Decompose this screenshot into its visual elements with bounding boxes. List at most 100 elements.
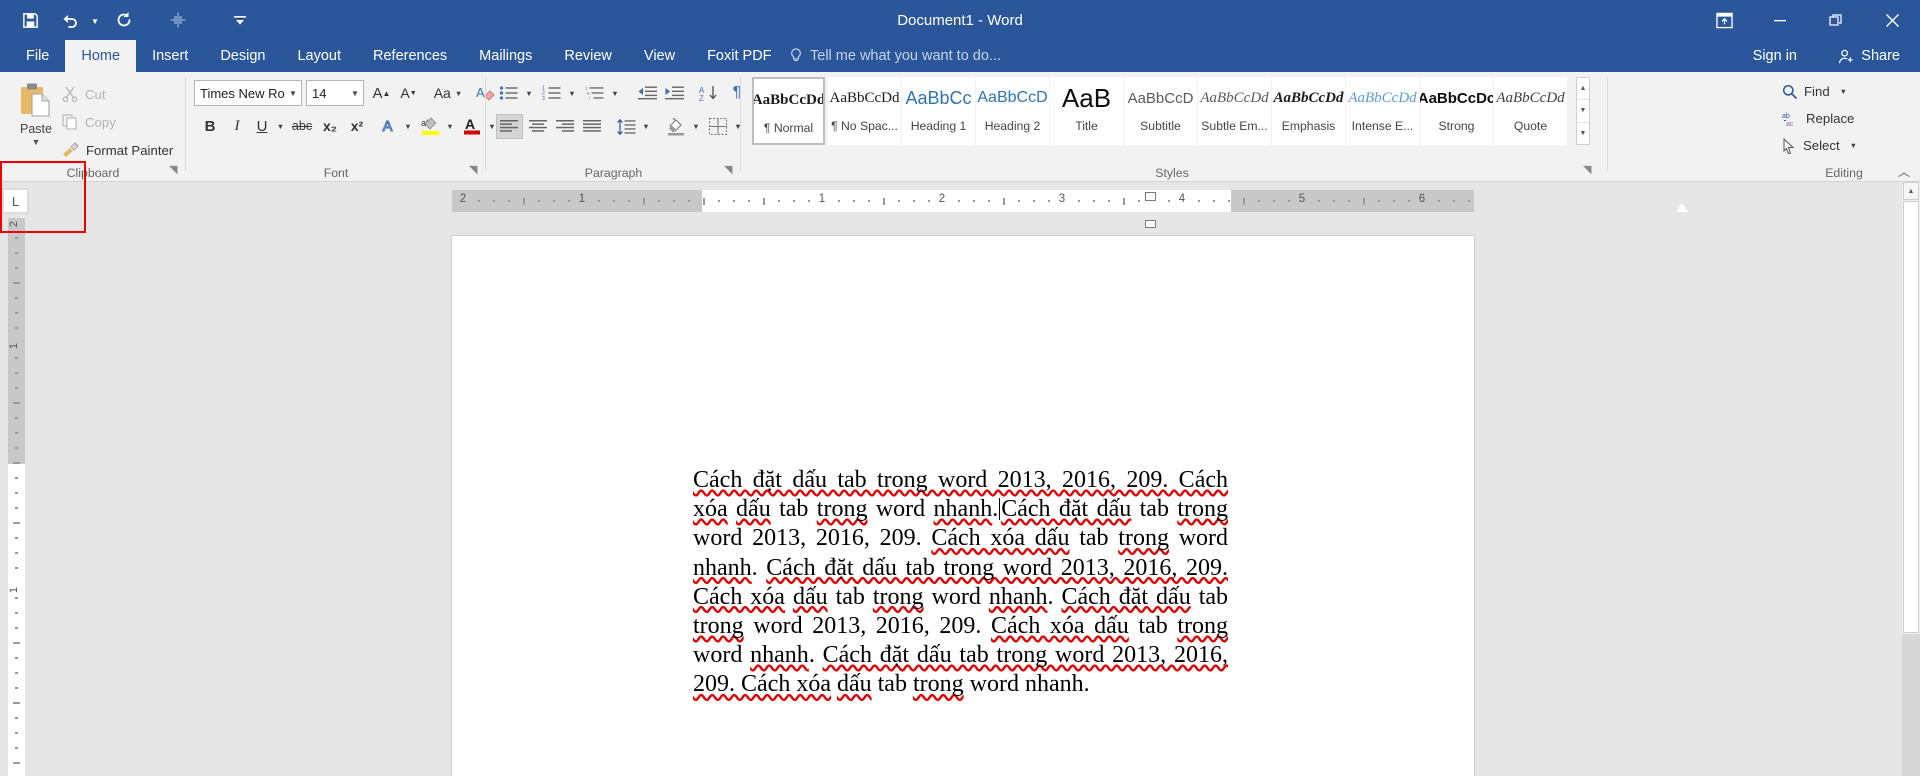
underline-dropdown-icon[interactable]: ▼ [273, 114, 288, 138]
tab-design[interactable]: Design [204, 40, 281, 72]
find-dropdown-icon[interactable]: ▼ [1840, 87, 1847, 96]
line-spacing-dropdown-icon[interactable]: ▼ [639, 114, 653, 139]
tab-foxit-pdf[interactable]: Foxit PDF [691, 40, 787, 72]
clipboard-dialog-launcher[interactable]: ◥ [169, 165, 182, 178]
font-size-combobox[interactable]: 14 ▼ [306, 80, 364, 106]
borders-icon[interactable] [705, 114, 731, 139]
style-strong[interactable]: AaBbCcDc Strong [1420, 77, 1493, 145]
tab-file[interactable]: File [10, 40, 65, 72]
style-no-spacing[interactable]: AaBbCcDd ¶ No Spac... [828, 77, 901, 145]
font-dialog-launcher[interactable]: ◥ [469, 165, 482, 178]
justify-icon[interactable] [579, 114, 605, 139]
text-highlight-dropdown-icon[interactable]: ▼ [443, 114, 457, 138]
strikethrough-button[interactable]: abc [289, 114, 315, 138]
superscript-button[interactable]: x² [344, 114, 370, 138]
multilevel-list-dropdown-icon[interactable]: ▼ [608, 81, 622, 105]
font-name-combobox[interactable]: Times New Ro ▼ [194, 80, 302, 106]
shading-icon[interactable] [663, 114, 689, 139]
style-subtitle[interactable]: AaBbCcD Subtitle [1124, 77, 1197, 145]
styles-scroll-up-icon[interactable]: ▲ [1577, 78, 1589, 100]
style-subtle-emphasis[interactable]: AaBbCcDd Subtle Em... [1198, 77, 1271, 145]
shrink-font-icon[interactable]: A▼ [396, 81, 421, 105]
decrease-indent-icon[interactable] [634, 81, 660, 105]
text-highlight-color-icon[interactable]: ab [417, 114, 443, 138]
font-name-dropdown-icon[interactable]: ▼ [285, 89, 301, 98]
increase-indent-icon[interactable] [661, 81, 687, 105]
styles-gallery-scroll[interactable]: ▲ ▼ ▼ [1576, 77, 1590, 145]
find-button[interactable]: Find ▼ [1782, 80, 1847, 103]
numbering-dropdown-icon[interactable]: ▼ [565, 81, 579, 105]
style-heading-1[interactable]: AaBbCc Heading 1 [902, 77, 975, 145]
subscript-button[interactable]: x₂ [317, 114, 343, 138]
tab-review[interactable]: Review [548, 40, 628, 72]
paste-button[interactable]: Paste ▼ [8, 78, 64, 158]
numbering-icon[interactable]: 123 [539, 81, 565, 105]
tab-mailings[interactable]: Mailings [463, 40, 548, 72]
align-center-icon[interactable] [525, 114, 551, 139]
share-button[interactable]: Share [1830, 40, 1908, 72]
change-case-icon[interactable]: Aa▼ [429, 81, 467, 105]
borders-dropdown-icon[interactable]: ▼ [731, 114, 745, 139]
tab-insert[interactable]: Insert [136, 40, 204, 72]
tell-me-search[interactable]: Tell me what you want to do... [789, 40, 1001, 72]
style-emphasis[interactable]: AaBbCcDd Emphasis [1272, 77, 1345, 145]
italic-button[interactable]: I [225, 114, 249, 138]
replace-button[interactable]: abac Replace [1782, 107, 1854, 130]
format-painter-button[interactable]: Format Painter [62, 138, 173, 162]
bullets-dropdown-icon[interactable]: ▼ [522, 81, 536, 105]
shading-dropdown-icon[interactable]: ▼ [689, 114, 703, 139]
styles-scroll-down-icon[interactable]: ▼ [1577, 100, 1589, 122]
line-spacing-icon[interactable] [613, 114, 639, 139]
first-line-indent-marker[interactable] [1145, 192, 1156, 201]
multilevel-list-icon[interactable]: 1ai [582, 81, 608, 105]
text-effects-dropdown-icon[interactable]: ▼ [401, 114, 415, 138]
align-left-icon[interactable] [496, 114, 523, 139]
collapse-ribbon-icon[interactable]: ︿ [1898, 163, 1910, 180]
tab-view[interactable]: View [628, 40, 691, 72]
scroll-up-icon[interactable]: ▲ [1903, 182, 1919, 200]
horizontal-ruler[interactable]: 2 1 1 2 3 4 5 6 [452, 190, 1474, 212]
style-name: ¶ Normal [764, 121, 813, 135]
styles-dialog-launcher[interactable]: ◥ [1583, 165, 1596, 178]
vertical-scrollbar[interactable]: ▲ [1902, 182, 1920, 776]
bold-button[interactable]: B [198, 114, 222, 138]
font-color-icon[interactable]: A [459, 114, 485, 138]
style-normal[interactable]: AaBbCcDd ¶ Normal [752, 77, 825, 145]
document-body-text[interactable]: Cách đặt dấu tab trong word 2013, 2016, … [693, 466, 1228, 700]
cut-button[interactable]: Cut [62, 82, 106, 106]
tab-home[interactable]: Home [65, 40, 136, 72]
ribbon-display-options-icon[interactable] [1696, 0, 1752, 40]
underline-button[interactable]: U [251, 114, 273, 138]
tab-stop-selector[interactable]: L [2, 188, 29, 214]
style-intense-emphasis[interactable]: AaBbCcDd Intense E... [1346, 77, 1419, 145]
scrollbar-thumb[interactable] [1903, 201, 1919, 633]
scrollbar-track-lower[interactable] [1902, 634, 1920, 776]
hanging-indent-marker[interactable] [1145, 201, 1155, 210]
close-button[interactable] [1864, 0, 1920, 40]
restore-button[interactable] [1808, 0, 1864, 40]
style-heading-2[interactable]: AaBbCcD Heading 2 [976, 77, 1049, 145]
copy-button[interactable]: Copy [62, 110, 116, 134]
align-right-icon[interactable] [552, 114, 578, 139]
grow-font-icon[interactable]: A▲ [369, 81, 394, 105]
style-quote[interactable]: AaBbCcDd Quote [1494, 77, 1567, 145]
document-page[interactable]: Cách đặt dấu tab trong word 2013, 2016, … [452, 236, 1474, 776]
text-effects-icon[interactable]: A [378, 114, 402, 138]
minimize-button[interactable] [1752, 0, 1808, 40]
bullets-icon[interactable] [496, 81, 522, 105]
vertical-ruler[interactable]: 2 1 1 [8, 218, 25, 776]
tab-references[interactable]: References [357, 40, 463, 72]
styles-more-icon[interactable]: ▼ [1577, 123, 1589, 144]
right-indent-marker[interactable] [1676, 203, 1688, 212]
font-size-dropdown-icon[interactable]: ▼ [347, 89, 363, 98]
select-button[interactable]: Select ▼ [1782, 134, 1857, 157]
paste-dropdown-icon[interactable]: ▼ [32, 138, 41, 146]
left-indent-marker[interactable] [1145, 220, 1156, 228]
tab-layout[interactable]: Layout [281, 40, 357, 72]
select-dropdown-icon[interactable]: ▼ [1850, 141, 1857, 150]
style-title[interactable]: AaB Title [1050, 77, 1123, 145]
sort-icon[interactable]: AZ [696, 81, 722, 105]
paragraph-dialog-launcher[interactable]: ◥ [724, 165, 737, 178]
sign-in-button[interactable]: Sign in [1753, 40, 1797, 72]
show-formatting-marks-icon[interactable]: ¶ [726, 81, 748, 105]
